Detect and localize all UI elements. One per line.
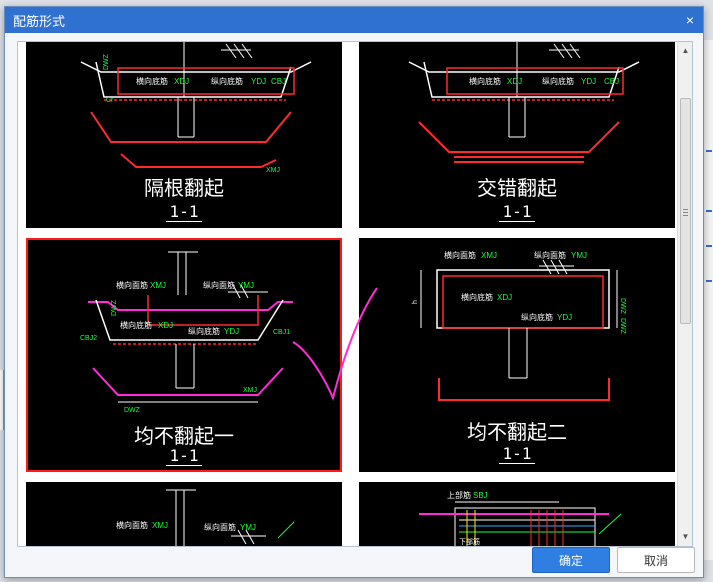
svg-text:XDJ: XDJ xyxy=(174,77,189,86)
ruler-mark xyxy=(706,245,712,247)
svg-text:YDJ: YDJ xyxy=(224,327,239,336)
option-tile-2[interactable]: 横向底筋 XDJ 纵向底筋 YDJ CBJ 交错翻起 1-1 xyxy=(359,42,675,228)
svg-text:横向底筋: 横向底筋 xyxy=(120,320,152,330)
tile-6-drawing: 上部筋 SBJ 下部筋 xyxy=(419,490,622,546)
svg-text:横向底筋: 横向底筋 xyxy=(136,76,168,86)
option-tile-5[interactable]: 横向面筋 XMJ 纵向面筋 YMJ xyxy=(26,482,342,546)
ruler-mark xyxy=(706,280,712,282)
svg-text:YMJ: YMJ xyxy=(240,523,256,532)
svg-text:横向面筋: 横向面筋 xyxy=(444,250,476,260)
svg-text:下部筋: 下部筋 xyxy=(459,537,480,546)
svg-text:YDJ: YDJ xyxy=(581,77,596,86)
svg-text:XDJ: XDJ xyxy=(497,293,512,302)
svg-text:横向底筋: 横向底筋 xyxy=(461,292,493,302)
svg-text:横向面筋: 横向面筋 xyxy=(116,520,148,530)
tile-1-caption: 隔根翻起 xyxy=(144,176,224,200)
svg-text:h: h xyxy=(412,300,419,304)
tile-1-section: 1-1 xyxy=(26,202,342,222)
grip-line xyxy=(683,209,688,210)
svg-text:XMJ: XMJ xyxy=(481,251,497,260)
scrollbar-thumb[interactable] xyxy=(680,98,691,324)
tile-2-section: 1-1 xyxy=(359,202,675,222)
svg-text:DWZ: DWZ xyxy=(124,407,141,414)
section-label: 1-1 xyxy=(498,202,536,222)
svg-text:DWZ: DWZ xyxy=(619,298,626,315)
svg-text:SBJ: SBJ xyxy=(473,491,488,500)
option-tile-1[interactable]: 横向底筋 XDJ 纵向底筋 YDJ DWZ CBJ XMJ Cr 隔根翻起 1-… xyxy=(26,42,342,228)
svg-text:横向面筋: 横向面筋 xyxy=(116,280,148,290)
svg-text:XDJ: XDJ xyxy=(507,77,522,86)
svg-text:纵向面筋: 纵向面筋 xyxy=(534,250,566,260)
vertical-scrollbar[interactable]: ▲ ▼ xyxy=(677,42,692,546)
checkmark-annotation xyxy=(292,287,378,402)
svg-text:Cr: Cr xyxy=(106,97,114,104)
svg-text:DWZ: DWZ xyxy=(619,318,626,335)
ok-button[interactable]: 确定 xyxy=(532,547,610,573)
svg-text:纵向面筋: 纵向面筋 xyxy=(204,522,236,532)
svg-text:XMJ: XMJ xyxy=(150,281,166,290)
svg-text:XMJ: XMJ xyxy=(243,387,257,394)
tile-5-drawing: 横向面筋 XMJ 纵向面筋 YMJ xyxy=(116,489,295,546)
scroll-down-icon[interactable]: ▼ xyxy=(678,530,692,544)
svg-text:YDJ: YDJ xyxy=(557,313,572,322)
dialog-titlebar[interactable]: 配筋形式 × xyxy=(5,7,703,33)
svg-text:上部筋: 上部筋 xyxy=(447,490,471,500)
svg-text:CBJ2: CBJ2 xyxy=(80,335,97,342)
svg-text:横向底筋: 横向底筋 xyxy=(469,76,501,86)
svg-text:XMJ: XMJ xyxy=(152,521,168,530)
section-label: 1-1 xyxy=(498,444,536,464)
option-tile-4[interactable]: 横向面筋 XMJ 纵向面筋 YMJ 横向底筋 XDJ 纵向底筋 YDJ h DW… xyxy=(359,238,675,472)
svg-text:YMJ: YMJ xyxy=(238,281,254,290)
tile-4-caption: 均不翻起二 xyxy=(467,420,567,444)
svg-text:YMJ: YMJ xyxy=(571,251,587,260)
tile-3-caption: 均不翻起一 xyxy=(134,424,234,448)
close-icon[interactable]: × xyxy=(677,7,703,33)
svg-text:CBJ: CBJ xyxy=(271,77,286,86)
tile-4-section: 1-1 xyxy=(359,444,675,464)
scroll-up-icon[interactable]: ▲ xyxy=(678,44,692,58)
ruler-mark xyxy=(706,210,712,212)
option-tile-6[interactable]: 上部筋 SBJ 下部筋 xyxy=(359,482,675,546)
svg-text:纵向面筋: 纵向面筋 xyxy=(203,280,235,290)
ruler-mark xyxy=(706,150,712,152)
svg-text:DWZ: DWZ xyxy=(103,53,110,70)
tile-2-caption: 交错翻起 xyxy=(477,176,557,200)
svg-text:纵向底筋: 纵向底筋 xyxy=(188,326,220,336)
tile-3-section: 1-1 xyxy=(28,446,340,466)
svg-text:CBJ: CBJ xyxy=(604,77,619,86)
grip-line xyxy=(683,215,688,216)
svg-text:纵向底筋: 纵向底筋 xyxy=(211,76,243,86)
svg-text:YDJ: YDJ xyxy=(251,77,266,86)
svg-text:纵向底筋: 纵向底筋 xyxy=(542,76,574,86)
svg-text:XDJ: XDJ xyxy=(158,321,173,330)
cancel-button[interactable]: 取消 xyxy=(617,547,695,573)
grip-line xyxy=(683,212,688,213)
section-label: 1-1 xyxy=(165,446,203,466)
dialog-title: 配筋形式 xyxy=(13,13,66,29)
svg-text:DWZ: DWZ xyxy=(111,299,118,316)
svg-text:纵向底筋: 纵向底筋 xyxy=(521,312,553,322)
section-label: 1-1 xyxy=(165,202,203,222)
